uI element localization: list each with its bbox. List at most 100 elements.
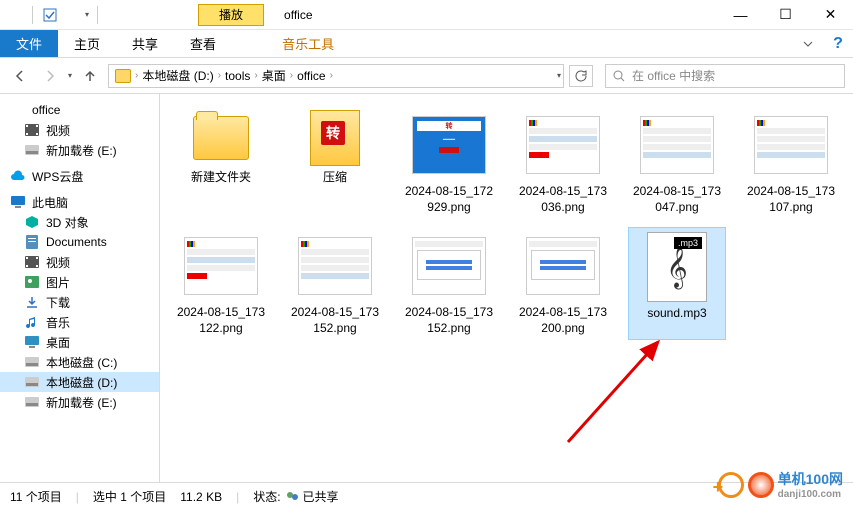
sidebar-item[interactable]: 视频 [0, 120, 159, 140]
sidebar-this-pc[interactable]: 此电脑 [0, 192, 159, 212]
video-icon [24, 254, 40, 270]
crumb[interactable]: office [293, 69, 329, 83]
file-item[interactable]: 2024-08-15_173152.png [400, 227, 498, 340]
ribbon-share[interactable]: 共享 [116, 30, 174, 57]
maximize-button[interactable]: ☐ [763, 0, 808, 30]
sidebar-item[interactable]: 图片 [0, 272, 159, 292]
sidebar-item[interactable]: 桌面 [0, 332, 159, 352]
sidebar-item-label: 3D 对象 [46, 214, 89, 231]
sidebar-item[interactable]: 音乐 [0, 312, 159, 332]
file-item[interactable]: 2024-08-15_173200.png [514, 227, 612, 340]
file-name: 新建文件夹 [191, 170, 251, 186]
ribbon-collapse-icon[interactable] [793, 30, 823, 57]
doc-icon [24, 234, 40, 250]
window-title: office [284, 8, 312, 22]
content: office视频新加载卷 (E:) WPS云盘 此电脑 3D 对象Documen… [0, 94, 853, 482]
search-icon [612, 69, 626, 83]
status-selected: 选中 1 个项目 [93, 488, 166, 505]
minimize-button[interactable]: — [718, 0, 763, 30]
close-button[interactable]: ✕ [808, 0, 853, 30]
file-pane[interactable]: 新建文件夹压缩转━━━━2024-08-15_172929.png2024-08… [160, 94, 853, 482]
folder-small-icon[interactable] [63, 6, 81, 24]
status-shared: 状态: 已共享 [253, 488, 338, 505]
sidebar-item-label: 下载 [46, 294, 70, 311]
status-size: 11.2 KB [180, 490, 222, 504]
file-name: sound.mp3 [647, 306, 706, 322]
sidebar-item-label: 视频 [46, 122, 70, 139]
file-name: 2024-08-15_173122.png [176, 305, 266, 336]
tab-play[interactable]: 播放 [198, 4, 264, 26]
ribbon-music-tools[interactable]: 音乐工具 [266, 30, 350, 57]
drive-icon [24, 354, 40, 370]
sidebar-item-label: 音乐 [46, 314, 70, 331]
file-item[interactable]: 2024-08-15_173152.png [286, 227, 384, 340]
sidebar-item[interactable]: 新加载卷 (E:) [0, 392, 159, 412]
nav-up-button[interactable] [78, 64, 102, 88]
pc-icon [10, 194, 26, 210]
address-bar[interactable]: › 本地磁盘 (D:) › tools › 桌面 › office › ▾ [108, 64, 564, 88]
file-name: 2024-08-15_172929.png [404, 184, 494, 215]
file-item[interactable]: .mp3𝄞sound.mp3 [628, 227, 726, 340]
checkbox-icon[interactable] [41, 6, 59, 24]
3d-icon [24, 214, 40, 230]
drive-icon [24, 374, 40, 390]
address-dropdown-icon[interactable]: ▾ [557, 71, 561, 80]
file-item[interactable]: 2024-08-15_173047.png [628, 106, 726, 219]
sidebar-item-label: 图片 [46, 274, 70, 291]
quick-access-toolbar: ▾ [0, 6, 108, 24]
crumb[interactable]: tools [221, 69, 254, 83]
crumb-sep-icon[interactable]: › [330, 70, 333, 81]
nav-history-dropdown[interactable]: ▾ [68, 71, 72, 80]
sidebar-item[interactable]: office [0, 100, 159, 120]
file-name: 2024-08-15_173152.png [404, 305, 494, 336]
video-icon [24, 122, 40, 138]
crumb-root-icon[interactable] [111, 69, 135, 83]
file-item[interactable]: 2024-08-15_173107.png [742, 106, 840, 219]
help-icon[interactable]: ? [823, 30, 853, 57]
search-placeholder: 在 office 中搜索 [632, 67, 715, 84]
sidebar-item-label: Documents [46, 235, 107, 249]
file-item[interactable]: 新建文件夹 [172, 106, 270, 219]
nav-forward-button[interactable] [38, 64, 62, 88]
file-name: 2024-08-15_173200.png [518, 305, 608, 336]
sidebar-item[interactable]: Documents [0, 232, 159, 252]
sidebar-item-label: 本地磁盘 (C:) [46, 354, 117, 371]
file-item[interactable]: 转━━━━2024-08-15_172929.png [400, 106, 498, 219]
desk-icon [24, 334, 40, 350]
nav-back-button[interactable] [8, 64, 32, 88]
sidebar-item[interactable]: 下载 [0, 292, 159, 312]
file-name: 2024-08-15_173036.png [518, 184, 608, 215]
refresh-button[interactable] [569, 65, 593, 87]
search-input[interactable]: 在 office 中搜索 [605, 64, 845, 88]
sidebar-item[interactable]: 视频 [0, 252, 159, 272]
file-item[interactable]: 2024-08-15_173122.png [172, 227, 270, 340]
people-icon [285, 490, 299, 504]
sidebar[interactable]: office视频新加载卷 (E:) WPS云盘 此电脑 3D 对象Documen… [0, 94, 160, 482]
sidebar-wps-cloud[interactable]: WPS云盘 [0, 166, 159, 186]
drive-icon [24, 394, 40, 410]
sidebar-item-label: 桌面 [46, 334, 70, 351]
file-name: 压缩 [323, 170, 347, 186]
ribbon-view[interactable]: 查看 [174, 30, 232, 57]
sidebar-item-label: 本地磁盘 (D:) [46, 374, 117, 391]
sidebar-item[interactable]: 本地磁盘 (D:) [0, 372, 159, 392]
qat-dropdown-icon[interactable]: ▾ [85, 10, 89, 19]
divider [32, 6, 33, 24]
sidebar-item[interactable]: 本地磁盘 (C:) [0, 352, 159, 372]
crumb[interactable]: 桌面 [258, 67, 290, 84]
statusbar: 11 个项目 | 选中 1 个项目 11.2 KB | 状态: 已共享 [0, 482, 853, 510]
navbar: ▾ › 本地磁盘 (D:) › tools › 桌面 › office › ▾ … [0, 58, 853, 94]
sidebar-item[interactable]: 3D 对象 [0, 212, 159, 232]
sidebar-item-label: 此电脑 [32, 194, 68, 211]
sidebar-item-label: WPS云盘 [32, 168, 83, 185]
file-name: 2024-08-15_173047.png [632, 184, 722, 215]
file-item[interactable]: 2024-08-15_173036.png [514, 106, 612, 219]
ribbon-file[interactable]: 文件 [0, 30, 58, 57]
drive-icon [24, 142, 40, 158]
sidebar-item[interactable]: 新加载卷 (E:) [0, 140, 159, 160]
ribbon: 文件 主页 共享 查看 音乐工具 ? [0, 30, 853, 58]
file-item[interactable]: 压缩 [286, 106, 384, 219]
ribbon-home[interactable]: 主页 [58, 30, 116, 57]
cloud-icon [10, 168, 26, 184]
crumb[interactable]: 本地磁盘 (D:) [138, 67, 217, 84]
